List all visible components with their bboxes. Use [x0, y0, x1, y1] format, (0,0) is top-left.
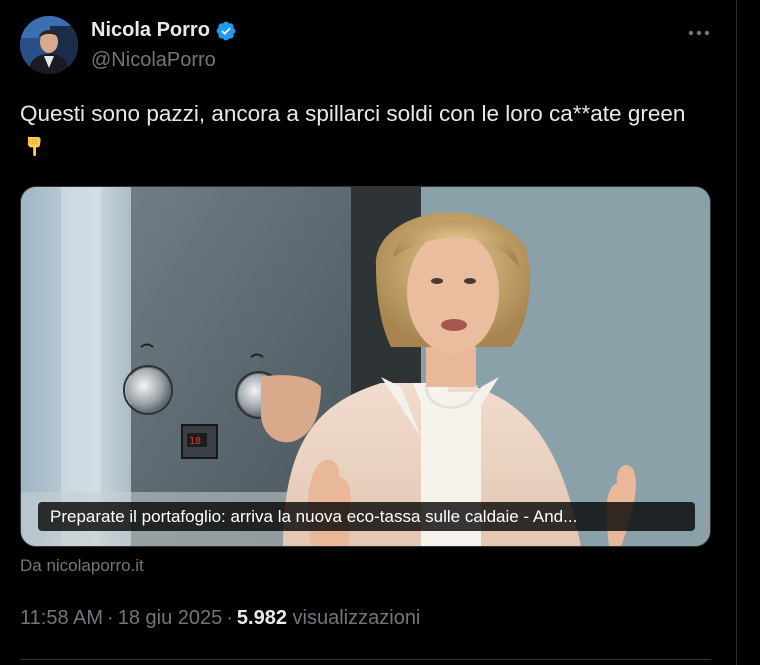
tweet-body: Questi sono pazzi, ancora a spillarci so…: [20, 101, 686, 126]
tweet-meta: 11:58 AM · 18 giu 2025 · 5.982 visualizzazio…: [20, 607, 420, 630]
post-date[interactable]: 18 giu 2025: [118, 607, 223, 629]
separator: ·: [226, 607, 233, 629]
more-horizontal-icon: [688, 30, 710, 36]
card-source-link[interactable]: Da nicolaporro.it: [20, 556, 144, 576]
post-time[interactable]: 11:58 AM: [20, 607, 103, 629]
card-title-overlay: Preparate il portafoglio: arriva la nuov…: [38, 502, 695, 531]
verified-badge-icon: [216, 21, 236, 40]
handle[interactable]: @NicolaPorro: [91, 49, 216, 72]
tweet-text: Questi sono pazzi, ancora a spillarci so…: [20, 98, 710, 162]
card-image: 18: [21, 187, 710, 546]
card-title: Preparate il portafoglio: arriva la nuov…: [50, 506, 578, 526]
link-preview-card[interactable]: 18 Preparate il portafoglio: arriva la n…: [20, 186, 711, 547]
thermostat-display: 18: [189, 436, 201, 447]
more-options-button[interactable]: [684, 22, 714, 44]
views-label: visualizzazioni: [292, 607, 421, 629]
divider: [20, 659, 711, 660]
separator: ·: [107, 607, 114, 629]
name-row: Nicola Porro: [91, 19, 237, 42]
views-count: 5.982: [236, 607, 287, 629]
column-divider: [736, 0, 737, 665]
avatar[interactable]: [20, 16, 78, 74]
display-name[interactable]: Nicola Porro: [91, 19, 210, 42]
tweet-header: Nicola Porro @NicolaPorro: [20, 16, 716, 76]
pointing-down-emoji-icon: [28, 137, 41, 157]
